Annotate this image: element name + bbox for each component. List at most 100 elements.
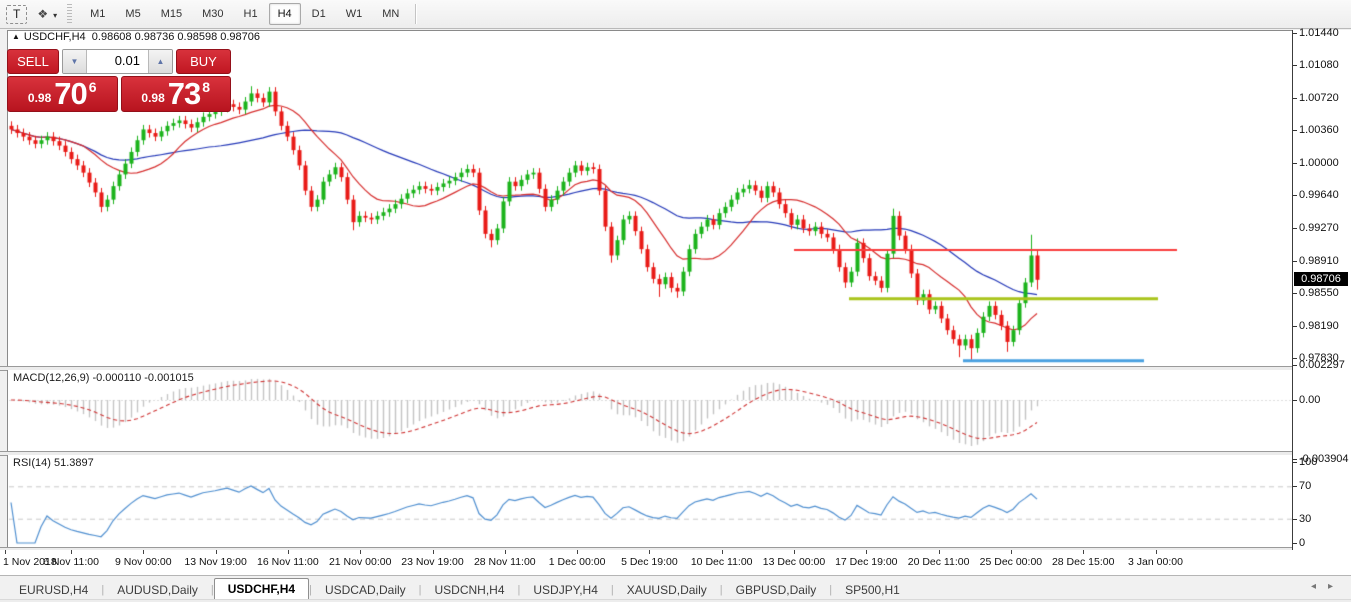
chart-tab-xauusd[interactable]: XAUUSD,Daily	[614, 581, 720, 600]
timeframe-button-m30[interactable]: M30	[193, 3, 232, 25]
text-tool-icon[interactable]: T	[6, 5, 27, 24]
time-axis-tick	[143, 550, 144, 554]
rsi-pane[interactable]: RSI(14) 51.3897	[7, 455, 1293, 547]
price-axis-label: 0.99270	[1299, 222, 1339, 234]
toolbar-separator	[415, 4, 416, 24]
buy-price-pip: 8	[202, 79, 210, 95]
sell-price-pip: 6	[89, 79, 97, 95]
chart-tab-gbpusd[interactable]: GBPUSD,Daily	[723, 581, 830, 600]
price-axis-tick	[1293, 33, 1297, 34]
tab-scroll-buttons: ◂▸	[1311, 581, 1345, 592]
time-axis-label: 13 Nov 19:00	[184, 556, 246, 568]
rsi-axis-label: 70	[1299, 480, 1311, 492]
rsi-axis-tick	[1293, 543, 1297, 544]
price-axis-label: 1.01440	[1299, 27, 1339, 39]
objects-icon: ❖	[37, 7, 48, 21]
chart-tab-usdjpy[interactable]: USDJPY,H4	[520, 581, 610, 600]
time-axis-label: 21 Nov 00:00	[329, 556, 391, 568]
time-axis-tick	[288, 550, 289, 554]
volume-decrease-button[interactable]: ▼	[63, 50, 87, 73]
price-axis-tick	[1293, 98, 1297, 99]
chart-tab-bar: EURUSD,H4|AUDUSD,Daily|USDCHF,H4|USDCAD,…	[0, 575, 1351, 600]
mt4-window: T ❖▾ M1M5M15M30H1H4D1W1MN ▲USDCHF,H4 0.9…	[0, 0, 1351, 602]
sell-price-main: 70	[54, 79, 86, 109]
macd-axis-label: 0.00	[1299, 394, 1320, 406]
rsi-axis-tick	[1293, 519, 1297, 520]
current-price-tag: 0.98706	[1294, 272, 1348, 286]
price-axis-label: 0.98550	[1299, 287, 1339, 299]
chart-tab-usdcad[interactable]: USDCAD,Daily	[312, 581, 419, 600]
macd-axis-tick	[1293, 365, 1297, 366]
time-axis-label: 23 Nov 19:00	[401, 556, 463, 568]
time-axis-tick	[577, 550, 578, 554]
sell-button[interactable]: SELL	[7, 49, 59, 74]
price-axis-tick	[1293, 326, 1297, 327]
volume-increase-button[interactable]: ▲	[148, 50, 172, 73]
time-axis-tick	[649, 550, 650, 554]
price-axis-label: 0.98910	[1299, 255, 1339, 267]
time-axis-label: 6 Nov 11:00	[43, 556, 99, 568]
arrow-up-icon: ▲	[157, 57, 165, 66]
time-axis-label: 13 Dec 00:00	[763, 556, 825, 568]
chart-ohlc-values: 0.98608 0.98736 0.98598 0.98706	[92, 31, 260, 43]
time-axis-tick	[1083, 550, 1084, 554]
timeframe-button-m5[interactable]: M5	[116, 3, 149, 25]
timeframe-button-h4[interactable]: H4	[269, 3, 301, 25]
one-click-trading-panel: SELL ▼ 0.01 ▲ BUY 0.98 70 6 0.98 73 8	[7, 49, 231, 112]
buy-price-box[interactable]: 0.98 73 8	[121, 76, 232, 112]
buy-price-prefix: 0.98	[141, 91, 164, 105]
price-axis-label: 1.00360	[1299, 124, 1339, 136]
tab-scroll-left-icon[interactable]: ◂	[1311, 581, 1328, 592]
time-axis-tick	[433, 550, 434, 554]
price-axis[interactable]: 0.98706 1.01440 1.01080 1.00720 1.00360 1.00…	[1293, 30, 1351, 575]
time-axis-tick	[722, 550, 723, 554]
sell-price-box[interactable]: 0.98 70 6	[7, 76, 118, 112]
price-axis-label: 0.98190	[1299, 320, 1339, 332]
price-axis-label: 1.00000	[1299, 157, 1339, 169]
chart-tab-sp500[interactable]: SP500,H1	[832, 581, 913, 600]
chart-tab-usdchf[interactable]: USDCHF,H4	[214, 578, 309, 600]
time-axis-label: 1 Dec 00:00	[549, 556, 606, 568]
price-axis-tick	[1293, 293, 1297, 294]
timeframe-buttons: M1M5M15M30H1H4D1W1MN	[80, 3, 409, 25]
buy-price-main: 73	[168, 79, 200, 109]
time-axis-tick	[5, 550, 6, 554]
toolbar: T ❖▾ M1M5M15M30H1H4D1W1MN	[0, 0, 1351, 29]
time-axis-tick	[71, 550, 72, 554]
price-axis-label: 1.01080	[1299, 59, 1339, 71]
chart-title: ▲USDCHF,H4 0.98608 0.98736 0.98598 0.987…	[12, 31, 260, 43]
timeframe-button-w1[interactable]: W1	[337, 3, 372, 25]
tab-scroll-right-icon[interactable]: ▸	[1328, 581, 1345, 592]
macd-axis-tick	[1293, 400, 1297, 401]
macd-pane[interactable]: MACD(12,26,9) -0.000110 -0.001015	[7, 370, 1293, 451]
macd-pane-canvas[interactable]	[8, 370, 1293, 451]
price-axis-tick	[1293, 163, 1297, 164]
volume-input[interactable]: 0.01	[87, 50, 148, 73]
rsi-pane-canvas[interactable]	[8, 455, 1293, 547]
chart-tab-usdcnh[interactable]: USDCNH,H4	[422, 581, 518, 600]
price-axis-tick	[1293, 261, 1297, 262]
sell-price-prefix: 0.98	[28, 91, 51, 105]
macd-axis-tick	[1293, 459, 1297, 460]
timeframe-button-d1[interactable]: D1	[303, 3, 335, 25]
timeframe-button-m15[interactable]: M15	[152, 3, 191, 25]
rsi-axis-tick	[1293, 462, 1297, 463]
price-axis-label: 1.00720	[1299, 92, 1339, 104]
timeframe-button-h1[interactable]: H1	[235, 3, 267, 25]
time-axis-tick	[1011, 550, 1012, 554]
time-axis-tick	[939, 550, 940, 554]
rsi-axis-tick	[1293, 486, 1297, 487]
buy-button[interactable]: BUY	[176, 49, 231, 74]
time-axis[interactable]: 1 Nov 20186 Nov 11:009 Nov 00:0013 Nov 1…	[0, 550, 1351, 575]
time-axis-label: 20 Dec 11:00	[908, 556, 970, 568]
price-axis-tick	[1293, 130, 1297, 131]
chart-tab-audusd[interactable]: AUDUSD,Daily	[104, 581, 211, 600]
chart-tab-eurusd[interactable]: EURUSD,H4	[6, 581, 101, 600]
time-axis-label: 5 Dec 19:00	[621, 556, 678, 568]
price-axis-tick	[1293, 65, 1297, 66]
price-axis-label: 0.99640	[1299, 189, 1339, 201]
objects-tool-button[interactable]: ❖▾	[37, 7, 57, 21]
timeframe-button-mn[interactable]: MN	[373, 3, 408, 25]
time-axis-tick	[505, 550, 506, 554]
timeframe-button-m1[interactable]: M1	[81, 3, 114, 25]
